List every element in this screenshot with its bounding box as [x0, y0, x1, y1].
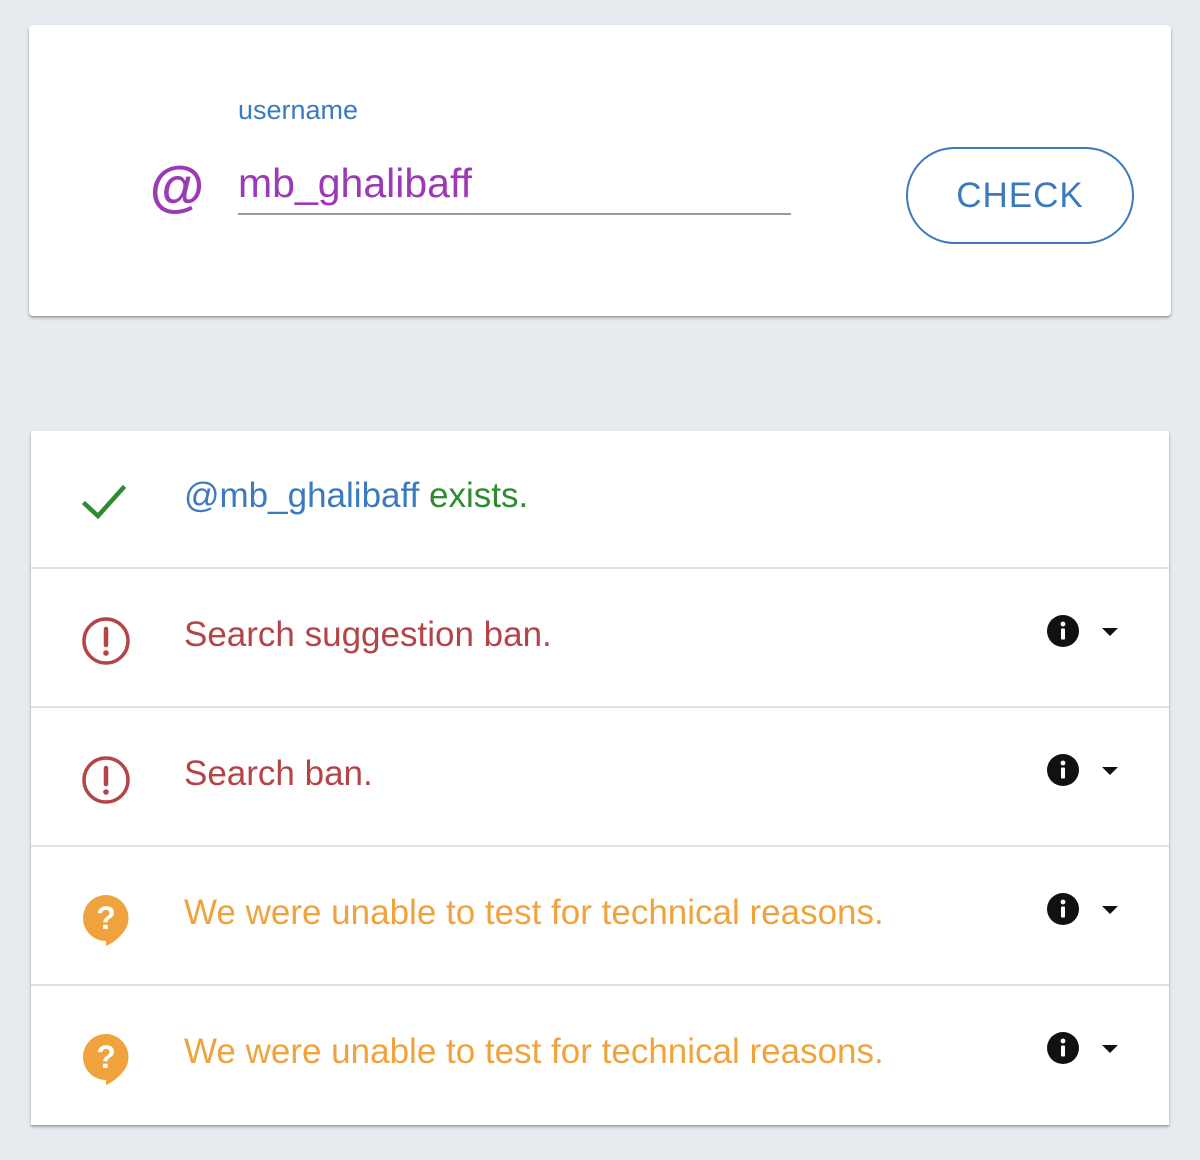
result-row-technical-issue: ? We were unable to test for technical r…: [31, 987, 1169, 1125]
username-check-card: @ username CHECK: [29, 25, 1171, 316]
username-label: username: [238, 95, 359, 125]
info-icon[interactable]: [1046, 892, 1080, 926]
exists-text: exists.: [419, 476, 529, 515]
chevron-down-icon[interactable]: [1100, 761, 1120, 781]
result-row-search-suggestion-ban: Search suggestion ban.: [31, 570, 1169, 708]
result-message: We were unable to test for technical rea…: [184, 893, 884, 932]
result-row-search-ban: Search ban.: [31, 709, 1169, 847]
info-icon[interactable]: [1046, 1031, 1080, 1065]
exists-message: @mb_ghalibaff exists.: [184, 473, 528, 519]
check-button[interactable]: CHECK: [906, 147, 1134, 244]
checkmark-icon: [81, 484, 127, 520]
result-message: Search suggestion ban.: [184, 615, 552, 654]
svg-text:?: ?: [96, 1039, 116, 1075]
result-message: We were unable to test for technical rea…: [184, 1032, 884, 1071]
result-message: Search ban.: [184, 754, 373, 793]
username-input[interactable]: [238, 153, 791, 215]
svg-text:?: ?: [96, 900, 116, 936]
info-icon[interactable]: [1046, 753, 1080, 787]
chevron-down-icon[interactable]: [1100, 1039, 1120, 1059]
alert-circle-icon: [82, 756, 130, 804]
alert-circle-icon: [82, 617, 130, 665]
result-row-exists: @mb_ghalibaff exists.: [31, 431, 1169, 569]
results-card: @mb_ghalibaff exists. Search suggestion …: [31, 431, 1169, 1125]
username-handle: @mb_ghalibaff: [184, 476, 420, 515]
at-sign-icon: @: [149, 154, 205, 217]
chevron-down-icon[interactable]: [1100, 900, 1120, 920]
result-row-technical-issue: ? We were unable to test for technical r…: [31, 848, 1169, 986]
help-bubble-icon: ?: [83, 1034, 129, 1085]
chevron-down-icon[interactable]: [1100, 622, 1120, 642]
help-bubble-icon: ?: [83, 895, 129, 946]
info-icon[interactable]: [1046, 614, 1080, 648]
